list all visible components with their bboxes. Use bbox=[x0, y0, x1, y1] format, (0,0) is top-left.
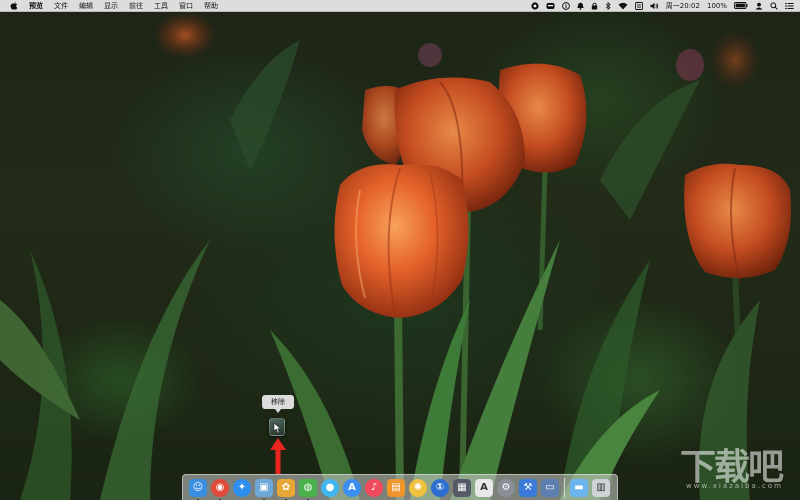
menu-tools[interactable]: 工具 bbox=[154, 1, 168, 11]
bluetooth-icon[interactable] bbox=[605, 1, 611, 10]
bell-icon[interactable] bbox=[577, 2, 584, 10]
system-preferences-icon[interactable]: ⚙ bbox=[497, 478, 515, 497]
safari-icon[interactable]: ✦ bbox=[233, 478, 251, 497]
lock-icon[interactable] bbox=[591, 2, 598, 10]
messages-icon[interactable]: ● bbox=[321, 478, 339, 497]
chrome-icon[interactable]: ◉ bbox=[211, 478, 229, 500]
screenshot-icon[interactable]: ▭ bbox=[541, 478, 559, 497]
finder-icon[interactable]: ☺ bbox=[189, 478, 207, 500]
books-icon[interactable]: ▤ bbox=[387, 478, 405, 497]
xcode-icon[interactable]: ⚒ bbox=[519, 478, 537, 497]
menu-go[interactable]: 前往 bbox=[129, 1, 143, 11]
watermark-url: www.xiazaiba.com bbox=[686, 482, 783, 490]
input-method-icon[interactable] bbox=[634, 1, 643, 10]
menu-help[interactable]: 帮助 bbox=[204, 1, 218, 11]
menu-view[interactable]: 显示 bbox=[104, 1, 118, 11]
dock: ☺ ◉ ✦ ▣ ✿ ◍ ● A ♪ ▤ ✺ ① ▦ A ⚙ ⚒ ▭ ▬ ▥ bbox=[182, 474, 618, 500]
dock-separator bbox=[564, 477, 565, 498]
user-icon[interactable] bbox=[755, 2, 763, 10]
music-icon[interactable]: ♪ bbox=[365, 478, 383, 497]
apple-icon[interactable] bbox=[10, 1, 18, 10]
preview-icon[interactable]: ▣ bbox=[255, 478, 273, 500]
menu-file[interactable]: 文件 bbox=[54, 1, 68, 11]
volume-icon[interactable] bbox=[650, 2, 659, 10]
menu-app-name[interactable]: 预览 bbox=[29, 1, 43, 11]
battery-percent: 100% bbox=[706, 1, 727, 10]
menubar-clock[interactable]: 周一20:02 bbox=[666, 1, 700, 11]
spotlight-icon[interactable] bbox=[770, 1, 778, 10]
clapper-icon[interactable]: ▦ bbox=[453, 478, 471, 497]
wechat-icon[interactable]: ◍ bbox=[299, 478, 317, 500]
red-arrow-icon bbox=[270, 438, 286, 474]
wifi-icon[interactable] bbox=[618, 2, 628, 10]
photos-icon[interactable]: ✺ bbox=[409, 478, 427, 497]
menu-edit[interactable]: 编辑 bbox=[79, 1, 93, 11]
remove-tooltip-label: 移除 bbox=[271, 398, 285, 406]
dragged-app-icon[interactable] bbox=[269, 418, 285, 436]
trash-icon[interactable]: ▥ bbox=[592, 478, 610, 497]
font-book-icon[interactable]: A bbox=[475, 478, 493, 497]
notification-center-icon[interactable] bbox=[785, 2, 794, 10]
menu-window[interactable]: 窗口 bbox=[179, 1, 193, 11]
menu-bar: 预览 文件 编辑 显示 前往 工具 窗口 帮助 周一20:02 100% bbox=[0, 0, 800, 12]
screen-record-icon[interactable] bbox=[531, 1, 539, 10]
remove-tooltip: 移除 bbox=[262, 395, 294, 413]
watermark: 下载吧 www.xiazaiba.com bbox=[680, 438, 796, 498]
butterfly-app-icon[interactable]: ✿ bbox=[277, 478, 295, 500]
cloud-icon[interactable] bbox=[546, 2, 555, 10]
battery-icon[interactable] bbox=[734, 2, 748, 9]
1password-icon[interactable]: ① bbox=[431, 478, 449, 497]
desktop-wallpaper bbox=[0, 0, 800, 500]
tulip-photo bbox=[0, 11, 791, 500]
info-icon[interactable] bbox=[561, 1, 570, 10]
app-store-icon[interactable]: A bbox=[343, 478, 361, 497]
folder-icon[interactable]: ▬ bbox=[570, 478, 588, 497]
